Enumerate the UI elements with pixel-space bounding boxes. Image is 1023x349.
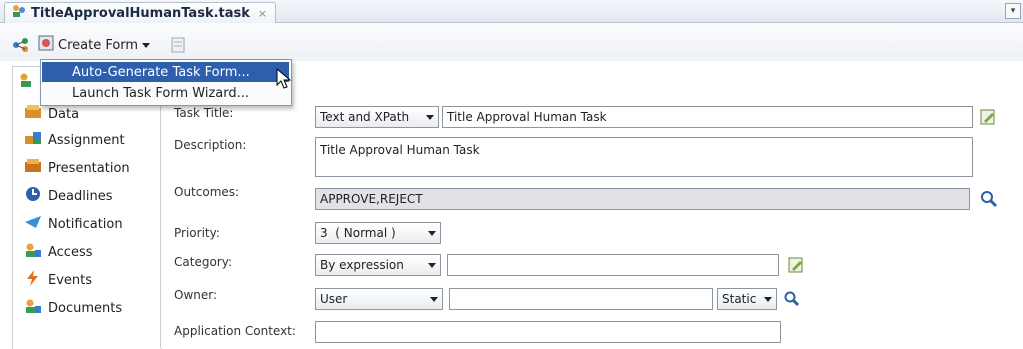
nav-item-notification[interactable]: Notification	[24, 214, 123, 234]
nav-item-events[interactable]: Events	[24, 270, 92, 290]
application-context-input[interactable]	[315, 321, 781, 343]
nav-item-label: Data	[48, 106, 80, 122]
edit-icon[interactable]	[788, 257, 804, 276]
chevron-down-icon	[142, 42, 151, 48]
menu-item-auto-generate[interactable]: Auto-Generate Task Form...	[42, 62, 289, 82]
presentation-icon	[24, 158, 42, 178]
owner-input[interactable]	[449, 288, 713, 310]
create-form-label: Create Form	[58, 37, 139, 53]
task-title-input[interactable]: Title Approval Human Task	[442, 106, 973, 128]
nav-item-label: Presentation	[48, 160, 130, 176]
human-task-icon	[11, 4, 27, 22]
owner-static-select[interactable]: Static	[717, 288, 777, 310]
application-context-label: Application Context:	[174, 324, 296, 338]
general-icon[interactable]	[18, 72, 34, 91]
priority-select[interactable]: 3 ( Normal )	[315, 222, 441, 244]
category-label: Category:	[174, 255, 232, 269]
documents-icon	[24, 298, 42, 318]
close-tab-icon[interactable]: ×	[258, 7, 267, 20]
outcomes-label: Outcomes:	[174, 185, 240, 199]
search-icon[interactable]	[784, 291, 800, 310]
disabled-toolbar-icon	[170, 37, 186, 56]
nav-item-assignment[interactable]: Assignment	[24, 130, 125, 150]
deadlines-icon	[24, 186, 42, 206]
nav-item-documents[interactable]: Documents	[24, 298, 122, 318]
create-form-menu: Auto-Generate Task Form... Launch Task F…	[40, 59, 292, 106]
nav-item-label: Assignment	[48, 132, 125, 148]
task-title-value: Title Approval Human Task	[447, 110, 607, 124]
graph-icon[interactable]	[12, 37, 30, 56]
priority-label: Priority:	[174, 226, 220, 240]
create-form-button[interactable]: Create Form	[38, 35, 151, 55]
description-value: Title Approval Human Task	[320, 143, 480, 157]
chevron-down-icon	[430, 296, 438, 302]
nav-item-label: Events	[48, 272, 93, 288]
owner-type-value: User	[320, 292, 348, 306]
toolbar	[0, 23, 1023, 61]
owner-label: Owner:	[174, 288, 218, 302]
chevron-down-icon	[426, 114, 434, 120]
menu-item-label: Auto-Generate Task Form...	[72, 64, 250, 80]
nav-item-deadlines[interactable]: Deadlines	[24, 186, 112, 206]
assignment-icon	[24, 130, 42, 150]
mouse-cursor-icon	[276, 67, 292, 93]
outcomes-field[interactable]: APPROVE,REJECT	[315, 188, 970, 210]
chevron-down-icon	[428, 230, 436, 236]
edit-icon[interactable]	[980, 109, 996, 128]
nav-item-label: Access	[48, 244, 93, 260]
nav-item-label: Notification	[48, 216, 123, 232]
nav-item-presentation[interactable]: Presentation	[24, 158, 130, 178]
tab-list-dropdown-icon[interactable]: ▾	[1005, 3, 1021, 19]
nav-item-access[interactable]: Access	[24, 242, 93, 262]
owner-static-value: Static	[722, 292, 757, 306]
task-title-mode-value: Text and XPath	[320, 110, 410, 124]
task-title-label: Task Title:	[174, 106, 234, 120]
priority-value: 3 ( Normal )	[320, 226, 396, 240]
data-icon	[24, 104, 42, 124]
menu-item-launch-wizard[interactable]: Launch Task Form Wizard...	[42, 83, 289, 103]
owner-type-select[interactable]: User	[315, 288, 443, 310]
category-mode-value: By expression	[320, 258, 404, 272]
nav-item-data[interactable]: Data	[24, 104, 79, 124]
category-input[interactable]	[447, 254, 779, 276]
nav-item-label: Documents	[48, 300, 123, 316]
chevron-down-icon	[428, 262, 436, 268]
notification-icon	[24, 214, 42, 234]
editor-tab[interactable]: TitleApprovalHumanTask.task ×	[4, 2, 277, 23]
outcomes-value: APPROVE,REJECT	[320, 192, 423, 206]
chevron-down-icon	[764, 296, 772, 302]
category-mode-select[interactable]: By expression	[315, 254, 441, 276]
form-icon	[38, 35, 54, 55]
nav-item-label: Deadlines	[48, 188, 113, 204]
search-icon[interactable]	[980, 190, 998, 211]
access-icon	[24, 242, 42, 262]
tab-title: TitleApprovalHumanTask.task	[31, 5, 250, 21]
menu-item-label: Launch Task Form Wizard...	[72, 85, 250, 101]
description-textarea[interactable]: Title Approval Human Task	[315, 137, 973, 177]
description-label: Description:	[174, 138, 247, 152]
task-title-mode-select[interactable]: Text and XPath	[315, 106, 439, 128]
events-icon	[24, 270, 42, 290]
